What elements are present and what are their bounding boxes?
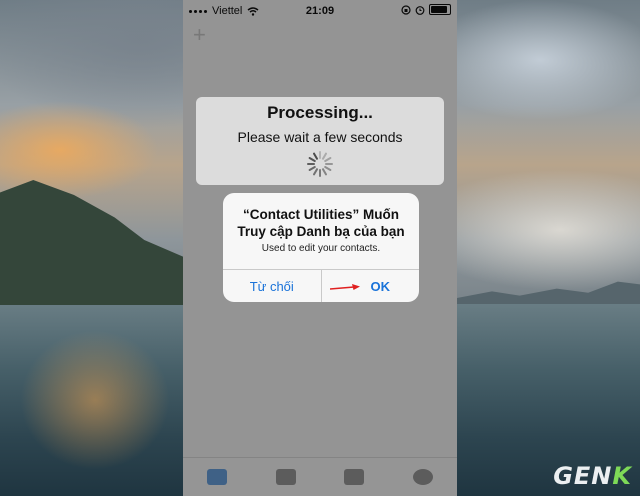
- spinner-spoke: [325, 163, 333, 165]
- watermark-logo: GENK: [553, 462, 632, 490]
- spinner-icon: [307, 151, 333, 177]
- spinner-spoke: [319, 169, 321, 177]
- sunset-reflection: [20, 330, 170, 470]
- permission-alert: “Contact Utilities” Muốn Truy cập Danh b…: [223, 193, 419, 302]
- processing-title: Processing...: [267, 103, 373, 122]
- ok-label: OK: [370, 278, 391, 294]
- watermark-text: GEN: [553, 462, 613, 490]
- processing-message: Please wait a few seconds: [237, 129, 403, 145]
- spinner-spoke: [319, 151, 321, 159]
- deny-button[interactable]: Từ chối: [223, 270, 321, 302]
- alert-title: “Contact Utilities” Muốn Truy cập Danh b…: [237, 207, 405, 239]
- deny-label: Từ chối: [249, 278, 294, 294]
- watermark-accent: K: [612, 462, 632, 490]
- genk-watermark: GENK: [553, 462, 632, 490]
- phone-screen: Viettel 21:09 + Processing... Please wai…: [183, 0, 457, 496]
- spinner-spoke: [307, 163, 315, 165]
- alert-message: Used to edit your contacts.: [261, 243, 381, 254]
- ok-button[interactable]: OK: [320, 270, 420, 302]
- spinner-spoke: [323, 156, 332, 163]
- spinner-spoke: [312, 167, 319, 176]
- red-arrow-icon: [329, 284, 360, 290]
- processing-hud: Processing... Please wait a few seconds: [196, 97, 444, 185]
- alert-actions: Từ chối OK: [223, 269, 419, 302]
